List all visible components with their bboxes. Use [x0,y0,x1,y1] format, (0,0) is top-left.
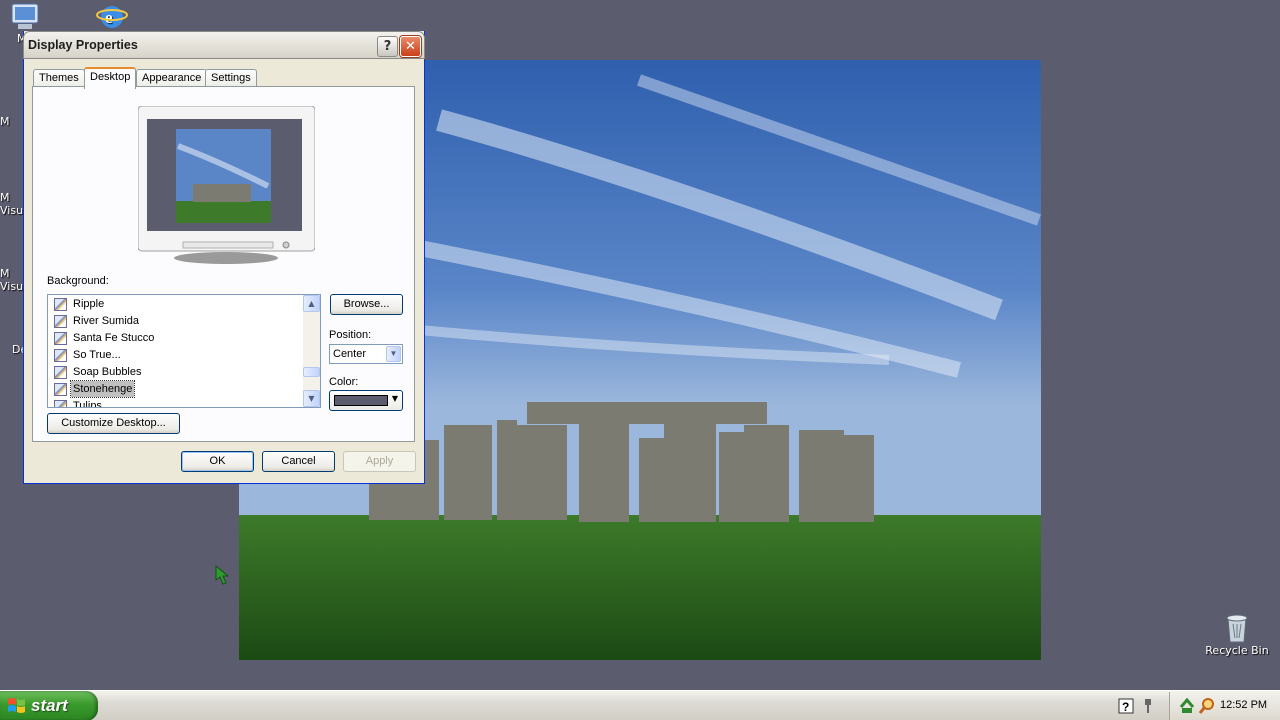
desktop-icon-label-clipped[interactable]: M [0,191,10,204]
list-item[interactable]: Tulips [54,398,104,407]
desktop-icon-label-clipped[interactable]: M [0,267,10,280]
internet-explorer-icon[interactable]: e [94,2,130,32]
network-plug-icon[interactable] [1142,697,1154,715]
chevron-down-icon: ▼ [391,394,398,403]
recycle-bin-label: Recycle Bin [1205,644,1269,657]
taskbar: start ? 12:52 PM [0,690,1280,720]
desktop-icon-label-clipped[interactable]: M [0,115,10,128]
ie-logo-icon: e [96,6,128,28]
cancel-button[interactable]: Cancel [262,451,335,472]
color-swatch [334,395,388,406]
display-properties-dialog: Display Properties ? ✕ Themes Desktop Ap… [23,31,425,484]
desktop-icon-label-clipped[interactable]: Visu [0,204,23,217]
svg-text:?: ? [1122,700,1129,714]
start-button[interactable]: start [0,691,98,720]
list-item[interactable]: Soap Bubbles [54,364,144,380]
wallpaper-file-icon [54,365,67,379]
customize-desktop-button[interactable]: Customize Desktop... [47,413,180,434]
safely-remove-hardware-icon[interactable] [1179,697,1195,715]
background-listbox[interactable]: Ripple River Sumida Santa Fe Stucco So T… [47,294,321,408]
windows-flag-icon [8,698,25,713]
dialog-titlebar[interactable]: Display Properties ? ✕ [23,31,425,59]
clock: 12:52 PM [1220,699,1268,711]
wallpaper-file-icon [54,297,67,311]
wallpaper-file-icon [54,348,67,362]
position-label: Position: [329,329,372,341]
color-picker-button[interactable]: ▼ [329,390,403,411]
browse-button[interactable]: Browse... [330,294,403,315]
help-button[interactable]: ? [377,36,398,57]
recycle-bin-glyph-icon [1226,614,1248,643]
search-icon[interactable] [1198,697,1216,715]
list-item-selected[interactable]: Stonehenge [54,380,136,398]
help-support-icon[interactable]: ? [1118,698,1134,714]
computer-icon [11,3,39,29]
desktop-icon-label-clipped[interactable]: Visu [0,280,23,293]
chevron-down-icon[interactable]: ▼ [386,346,401,362]
wallpaper-file-icon [54,399,67,407]
background-label: Background: [47,275,109,287]
close-button[interactable]: ✕ [400,36,421,57]
list-item[interactable]: River Sumida [54,313,141,329]
list-item[interactable]: So True... [54,347,123,363]
mouse-cursor-icon [215,564,230,585]
list-item[interactable]: Ripple [54,296,106,312]
recycle-bin-icon[interactable]: Recycle Bin [1204,610,1270,657]
ok-button[interactable]: OK [181,451,254,472]
desktop-tab-panel: Background: Ripple River Sumida Santa Fe… [32,86,415,442]
wallpaper-file-icon [54,314,67,328]
scroll-down-button[interactable]: ▼ [303,390,320,407]
color-label: Color: [329,376,359,388]
scroll-thumb[interactable] [303,367,320,377]
listbox-scrollbar[interactable]: ▲ ▼ [303,295,320,407]
wallpaper-file-icon [54,382,67,396]
wallpaper-file-icon [54,331,67,345]
position-value: Center [333,348,367,360]
start-label: start [31,696,68,715]
system-tray: 12:52 PM [1169,692,1280,720]
dialog-title: Display Properties [28,38,138,52]
scroll-up-button[interactable]: ▲ [303,295,320,312]
position-select[interactable]: Center ▼ [329,344,403,364]
apply-button[interactable]: Apply [343,451,416,472]
list-item[interactable]: Santa Fe Stucco [54,330,156,346]
tab-desktop[interactable]: Desktop [84,67,137,89]
monitor-preview [138,106,315,264]
